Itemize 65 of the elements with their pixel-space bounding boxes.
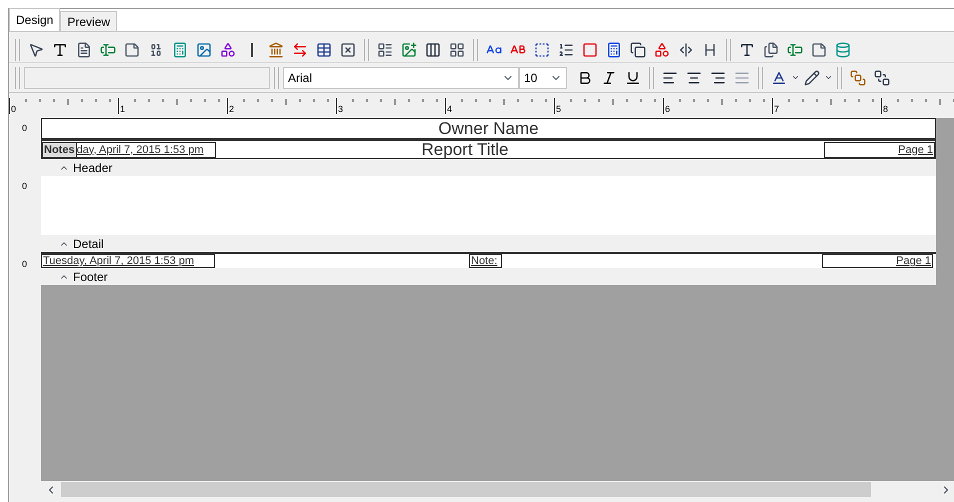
- ruler-number: 1: [118, 98, 126, 114]
- bring-front-icon: [850, 70, 866, 86]
- swap-icon: [292, 42, 308, 58]
- section-label: Footer: [73, 268, 108, 286]
- note-field: Note:: [469, 254, 502, 268]
- pointer-icon: [28, 42, 44, 58]
- list-layout-icon: [377, 42, 393, 58]
- pages-icon: [763, 42, 779, 58]
- text-tool-icon: [52, 42, 68, 58]
- calculator-icon: [172, 42, 188, 58]
- page-number: Page 1: [822, 254, 933, 268]
- table-icon: [316, 42, 332, 58]
- tab[interactable]: Preview: [60, 11, 118, 31]
- italic-icon: [601, 70, 617, 86]
- ruler-number: 7: [772, 98, 780, 114]
- owner-name: Owner Name: [41, 118, 936, 139]
- ruler-number: 5: [554, 98, 562, 114]
- ruler-number: 0: [22, 260, 27, 269]
- font-color-icon: [771, 70, 787, 86]
- text-style-icon: [739, 42, 755, 58]
- line-icon: [251, 42, 253, 56]
- ruler-number: 0: [22, 124, 27, 133]
- field-style-icon: [787, 42, 803, 58]
- close-box-icon: [340, 42, 356, 58]
- image-icon: [196, 42, 212, 58]
- size-select[interactable]: 10: [519, 66, 567, 88]
- horizontal-scrollbar[interactable]: [41, 481, 954, 498]
- align-center-icon: [686, 70, 702, 86]
- dropdown-icon[interactable]: [791, 73, 800, 82]
- ruler-number: 0: [22, 182, 27, 191]
- grid-icon: [449, 42, 465, 58]
- calculated-text-icon: [606, 42, 622, 58]
- database-icon: [835, 42, 851, 58]
- font-select[interactable]: Arial: [283, 66, 519, 88]
- document-icon: [76, 42, 92, 58]
- align-left-icon: [662, 70, 678, 86]
- section-label: Detail: [73, 236, 104, 252]
- style-field[interactable]: [24, 66, 270, 88]
- report-title: Report Title: [420, 141, 510, 158]
- columns-icon: [425, 42, 441, 58]
- justify-icon: [734, 70, 750, 86]
- ruler-number: 3: [336, 98, 344, 114]
- underline-icon: [625, 70, 641, 86]
- building-icon: [268, 42, 284, 58]
- spacing-icon: [678, 42, 694, 58]
- align-right-icon: [710, 70, 726, 86]
- scroll-thumb[interactable]: [61, 482, 871, 497]
- numbering-icon: [558, 42, 574, 58]
- shapes-icon: [220, 42, 236, 58]
- ruler-number: 2: [227, 98, 234, 114]
- ruler-number: 6: [663, 98, 670, 114]
- send-back-icon: [874, 70, 890, 86]
- field-icon: [100, 42, 116, 58]
- dropdown-icon[interactable]: [824, 73, 833, 82]
- stack-icon: [630, 42, 646, 58]
- image-add-icon: [401, 42, 417, 58]
- ruler-number: 4: [445, 98, 452, 114]
- ruler-number: 8: [881, 98, 888, 114]
- date-field: Tuesday, April 7, 2015 1:53 pm: [41, 254, 215, 268]
- page-number: Page 1: [824, 142, 935, 158]
- tab[interactable]: Design: [9, 8, 60, 31]
- section-label: Header: [73, 160, 112, 176]
- memo-icon: [124, 42, 140, 58]
- ruler-number: 0: [9, 98, 16, 114]
- shape-fill-icon: [654, 42, 670, 58]
